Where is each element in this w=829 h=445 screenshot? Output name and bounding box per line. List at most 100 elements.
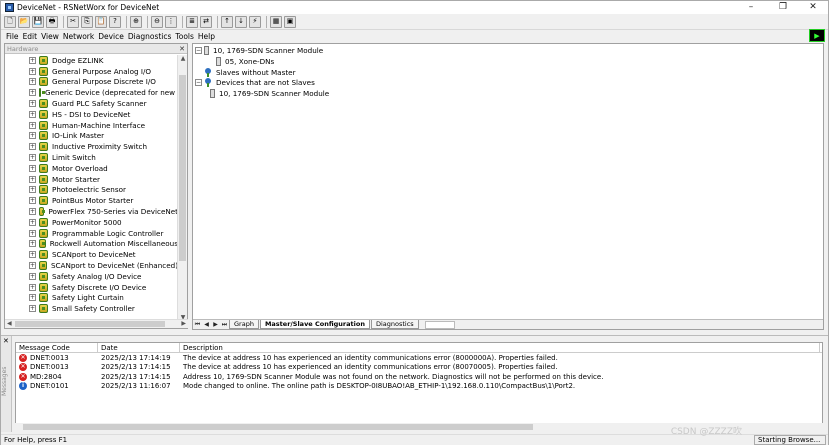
- tree-node-scanner-child[interactable]: 05, Xone-DNs: [216, 56, 274, 66]
- save-icon[interactable]: 💾: [32, 15, 44, 28]
- tab-graph[interactable]: Graph: [229, 320, 259, 329]
- column-header-description[interactable]: Description: [180, 343, 820, 352]
- collapse-icon[interactable]: −: [195, 46, 202, 54]
- expand-icon[interactable]: +: [29, 175, 36, 183]
- spreadsheet-icon[interactable]: ≣: [186, 15, 198, 28]
- expand-icon[interactable]: +: [29, 56, 36, 64]
- scroll-thumb[interactable]: [15, 321, 165, 327]
- expand-icon[interactable]: +: [29, 132, 36, 140]
- hardware-tree-item[interactable]: + Inductive Proximity Switch: [5, 141, 178, 152]
- tab-diagnostics[interactable]: Diagnostics: [370, 320, 419, 329]
- first-tab-icon[interactable]: ⏮: [193, 321, 202, 329]
- menu-diagnostics[interactable]: Diagnostics: [128, 32, 172, 41]
- close-button[interactable]: ✕: [800, 1, 826, 14]
- graph-view-icon[interactable]: ⋮: [165, 15, 177, 28]
- message-row[interactable]: i DNET:0101 2025/2/13 11:16:07 Mode changed…: [16, 382, 822, 392]
- last-tab-icon[interactable]: ⏭: [220, 321, 229, 329]
- hardware-tree-item[interactable]: + PowerFlex 750-Series via DeviceNet: [5, 206, 178, 217]
- menu-edit[interactable]: Edit: [23, 32, 38, 41]
- properties-icon[interactable]: ▦: [270, 15, 282, 28]
- zoom-in-icon[interactable]: ⊕: [130, 15, 142, 28]
- expand-icon[interactable]: +: [29, 262, 36, 270]
- hardware-tree-item[interactable]: + Generic Device (deprecated for new dev: [5, 87, 178, 98]
- expand-icon[interactable]: +: [29, 197, 36, 205]
- menu-network[interactable]: Network: [63, 32, 94, 41]
- scroll-right-icon[interactable]: ▶: [181, 320, 186, 328]
- print-icon[interactable]: 🖶: [46, 15, 58, 28]
- expand-icon[interactable]: +: [29, 229, 36, 237]
- expand-icon[interactable]: +: [29, 283, 36, 291]
- hardware-tree-item[interactable]: + Safety Discrete I/O Device: [5, 282, 178, 293]
- expand-icon[interactable]: +: [29, 154, 36, 162]
- hardware-pane-close-button[interactable]: ✕: [179, 44, 185, 54]
- zoom-out-icon[interactable]: ⊖: [151, 15, 163, 28]
- scroll-up-icon[interactable]: ▲: [178, 55, 188, 62]
- menu-view[interactable]: View: [41, 32, 59, 41]
- hardware-tree-item[interactable]: + Motor Starter: [5, 174, 178, 185]
- hardware-tree-item[interactable]: + PowerMonitor 5000: [5, 217, 178, 228]
- hardware-tree-item[interactable]: + Safety Analog I/O Device: [5, 271, 178, 282]
- expand-icon[interactable]: +: [29, 100, 36, 108]
- hardware-tree-item[interactable]: + Dodge EZLINK: [5, 55, 178, 66]
- next-tab-icon[interactable]: ▶: [211, 321, 220, 329]
- tree-node-not-slaves-child[interactable]: 10, 1769-SDN Scanner Module: [210, 88, 329, 98]
- hardware-tree-item[interactable]: + Rockwell Automation Miscellaneous: [5, 239, 178, 250]
- column-header-code[interactable]: Message Code: [16, 343, 98, 352]
- paste-icon[interactable]: 📋: [95, 15, 107, 28]
- expand-icon[interactable]: +: [29, 208, 36, 216]
- cut-icon[interactable]: ✂: [67, 15, 79, 28]
- message-row[interactable]: ✕ MD:2804 2025/2/13 17:14:15 Address 10, 17…: [16, 372, 822, 382]
- scroll-thumb[interactable]: [23, 424, 533, 430]
- scroll-thumb[interactable]: [179, 75, 186, 261]
- expand-icon[interactable]: +: [29, 294, 36, 302]
- menu-help[interactable]: Help: [198, 32, 215, 41]
- collapse-icon[interactable]: −: [195, 78, 202, 86]
- upload-icon[interactable]: ↑: [221, 15, 233, 28]
- menu-tools[interactable]: Tools: [175, 32, 193, 41]
- edas-icon[interactable]: ▣: [284, 15, 296, 28]
- tree-node-not-slaves[interactable]: − Devices that are not Slaves: [195, 77, 315, 87]
- maximize-button[interactable]: ❐: [770, 1, 796, 14]
- expand-icon[interactable]: +: [29, 67, 36, 75]
- message-row[interactable]: ✕ DNET:0013 2025/2/13 17:14:15 The device a…: [16, 363, 822, 373]
- messages-close-button[interactable]: ✕: [3, 337, 9, 345]
- minimize-button[interactable]: –: [738, 1, 764, 14]
- menu-device[interactable]: Device: [98, 32, 124, 41]
- online-icon[interactable]: ⇄: [200, 15, 212, 28]
- open-icon[interactable]: 📂: [18, 15, 30, 28]
- copy-icon[interactable]: ⎘: [81, 15, 93, 28]
- hardware-tree-item[interactable]: + Human-Machine Interface: [5, 120, 178, 131]
- hardware-tree-item[interactable]: + Motor Overload: [5, 163, 178, 174]
- hardware-tree-item[interactable]: + Limit Switch: [5, 152, 178, 163]
- expand-icon[interactable]: +: [29, 164, 36, 172]
- hardware-tree-item[interactable]: + SCANport to DeviceNet: [5, 249, 178, 260]
- expand-icon[interactable]: +: [29, 78, 36, 86]
- browse-icon[interactable]: ⚡: [249, 15, 261, 28]
- hardware-tree-item[interactable]: + SCANport to DeviceNet (Enhanced): [5, 260, 178, 271]
- download-icon[interactable]: ↓: [235, 15, 247, 28]
- tree-node-scanner[interactable]: − 10, 1769-SDN Scanner Module: [195, 45, 323, 55]
- expand-icon[interactable]: +: [29, 251, 36, 259]
- tab-scrollbar[interactable]: [424, 320, 455, 329]
- expand-icon[interactable]: +: [29, 272, 36, 280]
- hardware-tree-item[interactable]: + Small Safety Controller: [5, 303, 178, 314]
- expand-icon[interactable]: +: [29, 110, 36, 118]
- hardware-tree-item[interactable]: + IO-Link Master: [5, 131, 178, 142]
- hardware-tree-item[interactable]: + General Purpose Discrete I/O: [5, 77, 178, 88]
- hardware-tree-item[interactable]: + Guard PLC Safety Scanner: [5, 98, 178, 109]
- expand-icon[interactable]: +: [29, 305, 36, 313]
- new-icon[interactable]: 🗋: [4, 15, 16, 28]
- hardware-tree-item[interactable]: + HS - DSI to DeviceNet: [5, 109, 178, 120]
- hardware-tree-item[interactable]: + PointBus Motor Starter: [5, 195, 178, 206]
- expand-icon[interactable]: +: [29, 186, 36, 194]
- expand-icon[interactable]: +: [29, 240, 36, 248]
- tab-master-slave-configuration[interactable]: Master/Slave Configuration: [259, 320, 370, 329]
- expand-icon[interactable]: +: [29, 89, 36, 97]
- hardware-tree-item[interactable]: + Photoelectric Sensor: [5, 185, 178, 196]
- hardware-vertical-scrollbar[interactable]: ▲ ▼: [177, 55, 187, 321]
- expand-icon[interactable]: +: [29, 121, 36, 129]
- prev-tab-icon[interactable]: ◀: [202, 321, 211, 329]
- hardware-tree-item[interactable]: + Safety Light Curtain: [5, 293, 178, 304]
- message-row[interactable]: ✕ DNET:0013 2025/2/13 17:14:19 The device a…: [16, 353, 822, 363]
- expand-icon[interactable]: +: [29, 143, 36, 151]
